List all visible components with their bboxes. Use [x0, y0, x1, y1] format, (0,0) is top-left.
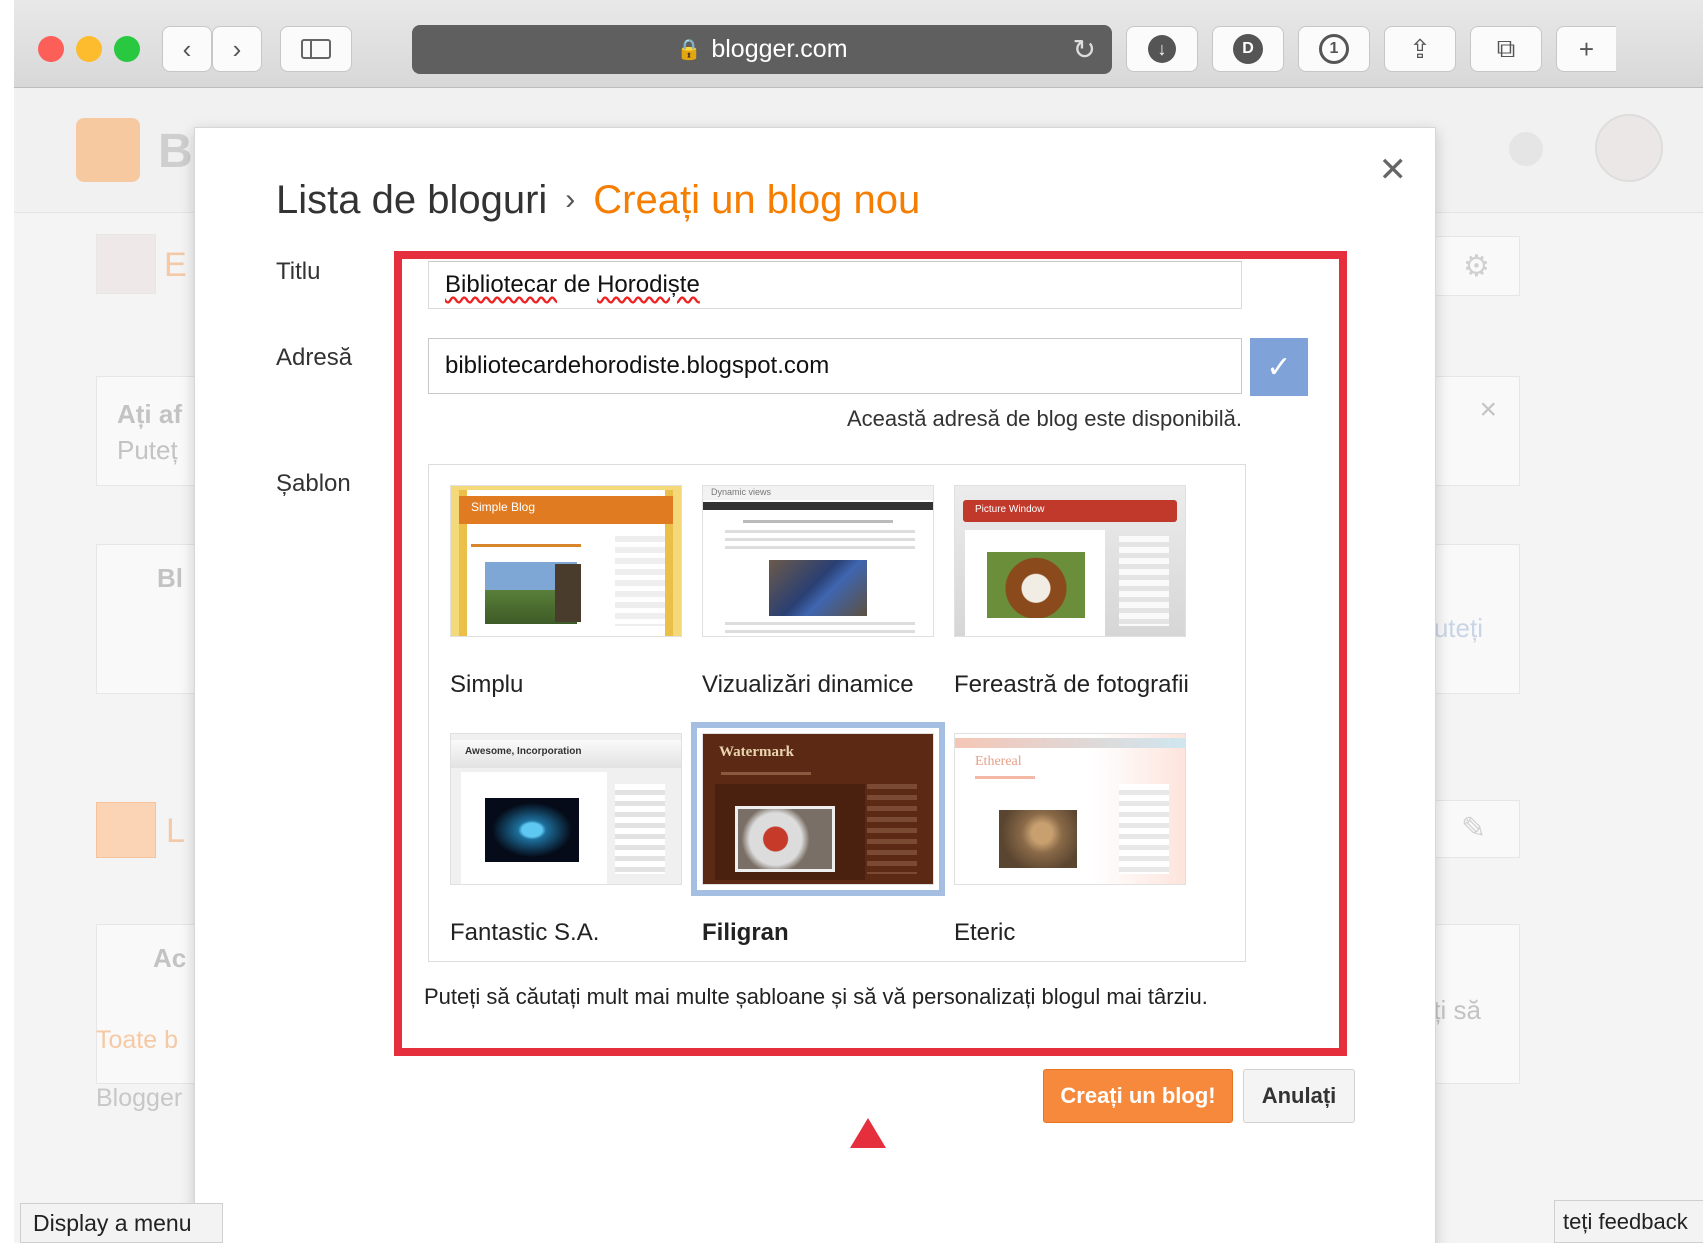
extension-1-button[interactable]: D: [1212, 26, 1284, 72]
share-button[interactable]: ⇪: [1384, 26, 1456, 72]
cancel-button[interactable]: Anulați: [1243, 1069, 1355, 1123]
collapse-icon[interactable]: [96, 802, 156, 858]
url-text: blogger.com: [711, 35, 848, 63]
breadcrumb-current: Creați un blog nou: [593, 178, 921, 222]
extension-2-button[interactable]: 1: [1298, 26, 1370, 72]
blog-name-faded: E: [164, 246, 187, 284]
close-icon[interactable]: ✕: [1379, 150, 1408, 190]
back-button[interactable]: ‹: [162, 26, 212, 72]
browser-toolbar: ‹ › 🔒 blogger.com ↻ ↓ D 1 ⇪ ⧉ +: [14, 0, 1703, 88]
template-label: Șablon: [276, 470, 351, 497]
tabs-overview-button[interactable]: ⧉: [1470, 26, 1542, 72]
apps-icon[interactable]: [1509, 132, 1543, 166]
address-bar[interactable]: 🔒 blogger.com ↻: [412, 25, 1112, 74]
display-menu-tooltip: Display a menu: [20, 1203, 223, 1243]
browser-window: ‹ › 🔒 blogger.com ↻ ↓ D 1 ⇪ ⧉ + Bl E ⚙ A…: [14, 0, 1703, 1243]
extension-d-icon: D: [1233, 34, 1263, 64]
plus-icon: +: [1578, 33, 1595, 64]
downloads-button[interactable]: ↓: [1126, 26, 1198, 72]
notice-subtitle: Puteț: [117, 435, 178, 465]
share-icon: ⇪: [1409, 33, 1431, 64]
breadcrumb: Lista de bloguri › Creați un blog nou: [276, 178, 920, 223]
add-card-right-text: ți să: [1433, 995, 1481, 1025]
address-label: Adresă: [276, 344, 353, 371]
sidebar-button[interactable]: [280, 26, 352, 72]
dismiss-icon[interactable]: ×: [1479, 393, 1497, 427]
section-letter-faded: L: [166, 812, 185, 850]
notice-title: Ați af: [117, 399, 182, 429]
chevron-right-icon: ›: [232, 33, 242, 64]
blog-card-label: Bl: [157, 563, 183, 593]
blogger-footer-text: Blogger: [96, 1084, 183, 1112]
chevron-left-icon: ‹: [182, 33, 192, 64]
title-label: Titlu: [276, 258, 321, 285]
create-blog-dialog: ✕ Lista de bloguri › Creați un blog nou Ti…: [194, 127, 1436, 1243]
breadcrumb-blog-list[interactable]: Lista de bloguri: [276, 178, 547, 222]
password-manager-icon: 1: [1319, 34, 1349, 64]
new-tab-button[interactable]: +: [1556, 26, 1616, 72]
feedback-button[interactable]: teți feedback: [1554, 1200, 1703, 1243]
sidebar-icon: [301, 39, 331, 59]
create-blog-button[interactable]: Creați un blog!: [1043, 1069, 1233, 1123]
zoom-window-button[interactable]: [114, 36, 140, 62]
reload-icon[interactable]: ↻: [1073, 33, 1096, 66]
blog-avatar: [96, 234, 156, 294]
all-blogs-link[interactable]: Toate b: [96, 1026, 178, 1055]
close-window-button[interactable]: [38, 36, 64, 62]
add-card-label: Ac: [153, 943, 187, 973]
blog-card-right-text: uteți: [1433, 613, 1483, 643]
edit-button[interactable]: ✎: [1434, 800, 1520, 858]
lock-icon: 🔒: [676, 39, 702, 61]
breadcrumb-separator: ›: [565, 183, 576, 216]
pointer-arrow-annotation: [850, 1118, 886, 1148]
tabs-icon: ⧉: [1496, 33, 1516, 63]
download-icon: ↓: [1148, 35, 1176, 63]
forward-button[interactable]: ›: [212, 26, 262, 72]
pencil-icon: ✎: [1461, 812, 1487, 845]
gear-icon: ⚙: [1463, 250, 1490, 283]
blogger-logo-icon: [76, 118, 140, 182]
settings-button[interactable]: ⚙: [1434, 236, 1520, 296]
user-avatar[interactable]: [1595, 114, 1663, 182]
minimize-window-button[interactable]: [76, 36, 102, 62]
highlight-annotation-box: [394, 251, 1347, 1056]
